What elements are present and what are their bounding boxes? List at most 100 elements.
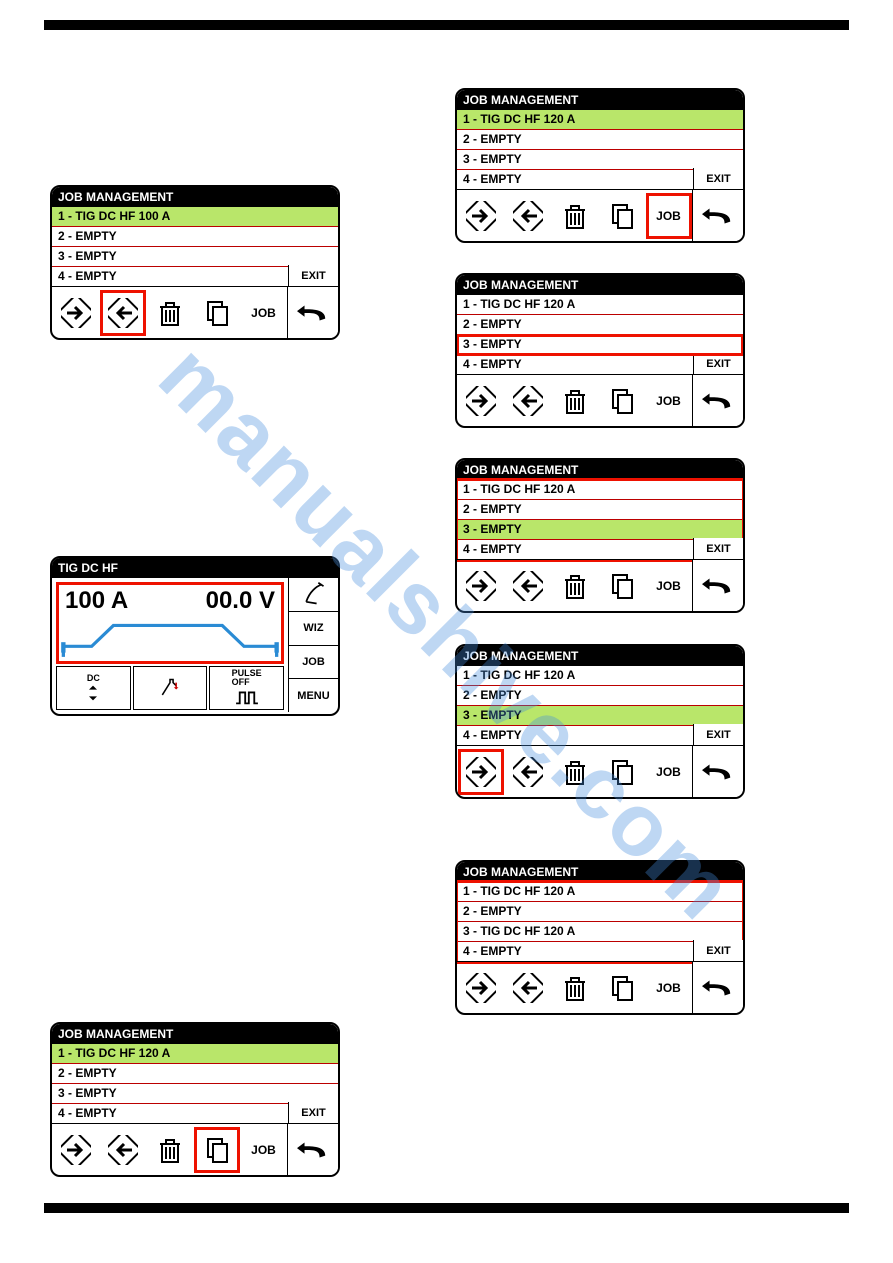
- torch-icon: [301, 581, 327, 607]
- job-management-panel: JOB MANAGEMENT 1 - TIG DC HF 120 A 2 - E…: [455, 860, 745, 1015]
- back-button[interactable]: [693, 962, 743, 1013]
- job-button[interactable]: JOB: [649, 752, 689, 792]
- copy-job-button[interactable]: [602, 566, 642, 606]
- copy-job-button[interactable]: [602, 752, 642, 792]
- copy-job-button[interactable]: [197, 293, 237, 333]
- job-row[interactable]: 3 - EMPTY: [457, 706, 743, 726]
- panel-title: JOB MANAGEMENT: [457, 862, 743, 882]
- job-row[interactable]: 2 - EMPTY: [457, 500, 743, 520]
- load-job-button[interactable]: [461, 968, 501, 1008]
- menu-button[interactable]: MENU: [289, 679, 338, 712]
- header-rule: [44, 20, 849, 30]
- job-row[interactable]: 2 - EMPTY: [52, 1064, 338, 1084]
- back-button[interactable]: [693, 190, 743, 241]
- dc-mode-button[interactable]: DC: [56, 666, 131, 710]
- copy-job-button[interactable]: [602, 381, 642, 421]
- save-job-button[interactable]: [508, 566, 548, 606]
- job-row[interactable]: 3 - EMPTY: [52, 1084, 338, 1104]
- job-button[interactable]: JOB: [649, 381, 689, 421]
- job-row[interactable]: 1 - TIG DC HF 120 A: [52, 1044, 338, 1064]
- load-job-button[interactable]: [461, 752, 501, 792]
- footer-rule: [44, 1203, 849, 1213]
- job-row[interactable]: 2 - EMPTY: [457, 130, 743, 150]
- job-management-panel: JOB MANAGEMENT 1 - TIG DC HF 120 A 2 - E…: [455, 644, 745, 799]
- job-row[interactable]: 3 - EMPTY: [457, 150, 743, 170]
- save-job-button[interactable]: [103, 293, 143, 333]
- panel-title: JOB MANAGEMENT: [457, 275, 743, 295]
- job-button[interactable]: JOB: [244, 293, 284, 333]
- copy-job-button[interactable]: [602, 196, 642, 236]
- save-job-button[interactable]: [103, 1130, 143, 1170]
- back-button[interactable]: [693, 375, 743, 426]
- panel-title: JOB MANAGEMENT: [52, 187, 338, 207]
- job-button[interactable]: JOB: [244, 1130, 284, 1170]
- panel-title: JOB MANAGEMENT: [457, 90, 743, 110]
- save-job-button[interactable]: [508, 752, 548, 792]
- job-row[interactable]: 3 - EMPTY: [457, 520, 743, 540]
- job-button[interactable]: JOB: [649, 968, 689, 1008]
- delete-job-button[interactable]: [555, 381, 595, 421]
- weld-title: TIG DC HF: [52, 558, 338, 578]
- torch-mode-button[interactable]: [133, 666, 208, 710]
- back-button[interactable]: [288, 1124, 338, 1175]
- delete-job-button[interactable]: [555, 196, 595, 236]
- exit-label: EXIT: [693, 538, 743, 560]
- job-row[interactable]: 1 - TIG DC HF 120 A: [457, 480, 743, 500]
- delete-job-button[interactable]: [555, 968, 595, 1008]
- job-row[interactable]: 1 - TIG DC HF 120 A: [457, 666, 743, 686]
- torch-mode-icon: [157, 678, 183, 698]
- updown-icon: [80, 683, 106, 703]
- delete-job-button[interactable]: [150, 293, 190, 333]
- save-job-button[interactable]: [508, 968, 548, 1008]
- panel-title: JOB MANAGEMENT: [52, 1024, 338, 1044]
- job-button[interactable]: JOB: [649, 196, 689, 236]
- delete-job-button[interactable]: [555, 752, 595, 792]
- job-row[interactable]: 2 - EMPTY: [457, 315, 743, 335]
- job-row[interactable]: 3 - TIG DC HF 120 A: [457, 922, 743, 942]
- job-management-panel: JOB MANAGEMENT 1 - TIG DC HF 120 A 2 - E…: [50, 1022, 340, 1177]
- exit-label: EXIT: [693, 940, 743, 962]
- delete-job-button[interactable]: [150, 1130, 190, 1170]
- load-job-button[interactable]: [461, 381, 501, 421]
- back-button[interactable]: [693, 560, 743, 611]
- job-row[interactable]: 1 - TIG DC HF 100 A: [52, 207, 338, 227]
- back-button[interactable]: [288, 287, 338, 338]
- pulse-mode-button[interactable]: PULSE OFF: [209, 666, 284, 710]
- exit-label: EXIT: [693, 353, 743, 375]
- job-row[interactable]: 2 - EMPTY: [457, 686, 743, 706]
- volts-value: 00.0 V: [206, 587, 275, 615]
- copy-job-button[interactable]: [197, 1130, 237, 1170]
- job-row[interactable]: 3 - EMPTY: [52, 247, 338, 267]
- weld-readout[interactable]: 100 A 00.0 V: [56, 582, 284, 664]
- save-job-button[interactable]: [508, 381, 548, 421]
- job-row[interactable]: 2 - EMPTY: [52, 227, 338, 247]
- exit-label: EXIT: [693, 724, 743, 746]
- panel-title: JOB MANAGEMENT: [457, 460, 743, 480]
- job-row[interactable]: 2 - EMPTY: [457, 902, 743, 922]
- job-row[interactable]: 1 - TIG DC HF 120 A: [457, 295, 743, 315]
- back-button[interactable]: [693, 746, 743, 797]
- load-job-button[interactable]: [56, 1130, 96, 1170]
- delete-job-button[interactable]: [555, 566, 595, 606]
- dc-label: DC: [87, 673, 100, 683]
- pulse-label: PULSE OFF: [232, 669, 262, 687]
- copy-job-button[interactable]: [602, 968, 642, 1008]
- panel-title: JOB MANAGEMENT: [457, 646, 743, 666]
- load-job-button[interactable]: [461, 566, 501, 606]
- load-job-button[interactable]: [461, 196, 501, 236]
- job-management-panel: JOB MANAGEMENT 1 - TIG DC HF 100 A 2 - E…: [50, 185, 340, 340]
- save-job-button[interactable]: [508, 196, 548, 236]
- job-button[interactable]: JOB: [649, 566, 689, 606]
- job-button[interactable]: JOB: [289, 646, 338, 680]
- exit-label: EXIT: [288, 265, 338, 287]
- job-management-panel: JOB MANAGEMENT 1 - TIG DC HF 120 A 2 - E…: [455, 88, 745, 243]
- pulse-icon: [234, 687, 260, 707]
- job-row[interactable]: 3 - EMPTY: [457, 335, 743, 355]
- job-row[interactable]: 1 - TIG DC HF 120 A: [457, 110, 743, 130]
- wiz-button[interactable]: WIZ: [289, 612, 338, 646]
- load-job-button[interactable]: [56, 293, 96, 333]
- job-management-panel: JOB MANAGEMENT 1 - TIG DC HF 120 A 2 - E…: [455, 458, 745, 613]
- torch-button[interactable]: [289, 578, 338, 612]
- job-row[interactable]: 1 - TIG DC HF 120 A: [457, 882, 743, 902]
- exit-label: EXIT: [288, 1102, 338, 1124]
